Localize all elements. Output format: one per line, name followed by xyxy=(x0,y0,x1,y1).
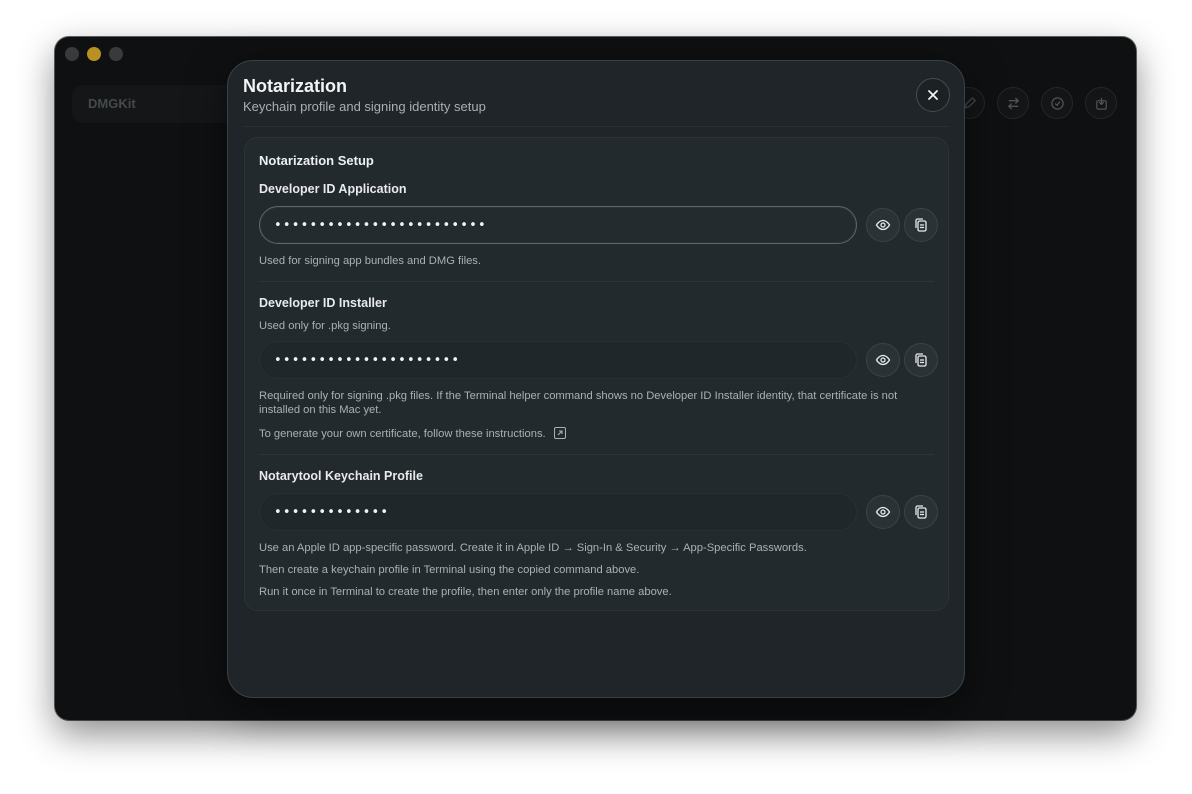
close-icon xyxy=(928,90,938,100)
certificate-instructions-text: To generate your own certificate, follow… xyxy=(259,428,546,440)
copy-icon xyxy=(915,505,927,519)
developer-id-installer-label: Developer ID Installer xyxy=(259,296,387,310)
reveal-profile-button[interactable] xyxy=(866,495,900,529)
copy-application-button[interactable] xyxy=(904,208,938,242)
card-title: Notarization Setup xyxy=(259,153,374,168)
notarytool-profile-label: Notarytool Keychain Profile xyxy=(259,469,423,483)
developer-id-installer-note: Used only for .pkg signing. xyxy=(259,320,391,332)
header-divider xyxy=(243,126,949,127)
notarytool-profile-field[interactable]: ••••••••••••• xyxy=(259,493,857,531)
notarization-sheet: Notarization Keychain profile and signin… xyxy=(227,60,965,698)
eye-icon xyxy=(875,506,891,518)
notarytool-profile-help-1: Use an Apple ID app-specific password. C… xyxy=(259,542,807,554)
certificate-instructions-link[interactable]: To generate your own certificate, follow… xyxy=(259,427,566,441)
section-divider xyxy=(259,281,934,282)
notarization-setup-card: Notarization Setup Developer ID Applicat… xyxy=(244,137,949,611)
copy-profile-button[interactable] xyxy=(904,495,938,529)
notarytool-profile-help-3: Run it once in Terminal to create the pr… xyxy=(259,586,672,598)
developer-id-application-field[interactable]: •••••••••••••••••••••••• xyxy=(259,206,857,244)
copy-icon xyxy=(915,353,927,367)
external-link-icon[interactable] xyxy=(553,427,566,439)
close-button[interactable] xyxy=(916,78,950,112)
copy-installer-button[interactable] xyxy=(904,343,938,377)
reveal-installer-button[interactable] xyxy=(866,343,900,377)
developer-id-application-label: Developer ID Application xyxy=(259,182,407,196)
reveal-application-button[interactable] xyxy=(866,208,900,242)
copy-icon xyxy=(915,218,927,232)
sheet-title: Notarization xyxy=(243,76,348,96)
notarytool-profile-help-2: Then create a keychain profile in Termin… xyxy=(259,564,640,576)
developer-id-installer-field[interactable]: ••••••••••••••••••••• xyxy=(259,341,857,379)
section-divider xyxy=(259,454,934,455)
eye-icon xyxy=(875,219,891,231)
developer-id-installer-help: Required only for signing .pkg files. If… xyxy=(259,390,898,416)
eye-icon xyxy=(875,354,891,366)
developer-id-application-help: Used for signing app bundles and DMG fil… xyxy=(259,255,482,267)
sheet-subtitle: Keychain profile and signing identity se… xyxy=(243,99,486,114)
